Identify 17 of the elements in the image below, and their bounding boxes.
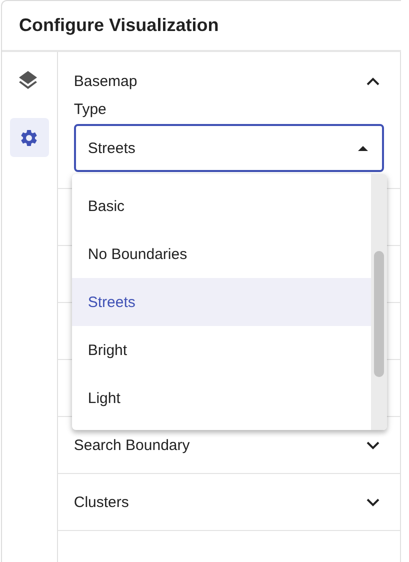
selected-value: Streets <box>88 140 136 156</box>
section-title: Basemap <box>74 72 138 90</box>
layers-icon <box>19 71 38 90</box>
type-select[interactable]: Streets <box>74 124 384 172</box>
dropdown-option[interactable]: Basic <box>72 182 371 230</box>
dropdown-option[interactable]: Streets <box>72 278 371 326</box>
settings-icon <box>19 128 40 148</box>
section-header[interactable]: Search Boundary <box>58 417 400 473</box>
section-header[interactable]: Clusters <box>58 474 400 530</box>
field-label: Type <box>74 101 108 118</box>
panel-title: Configure Visualization <box>2 1 401 52</box>
dropdown-option[interactable]: Bright <box>72 326 371 374</box>
section-title: Search Boundary <box>74 436 190 454</box>
dropdown-option[interactable]: No Boundaries <box>72 230 371 278</box>
section-title: Clusters <box>74 494 129 510</box>
settings-tab[interactable] <box>10 118 49 157</box>
scrollbar-thumb[interactable] <box>374 251 384 377</box>
